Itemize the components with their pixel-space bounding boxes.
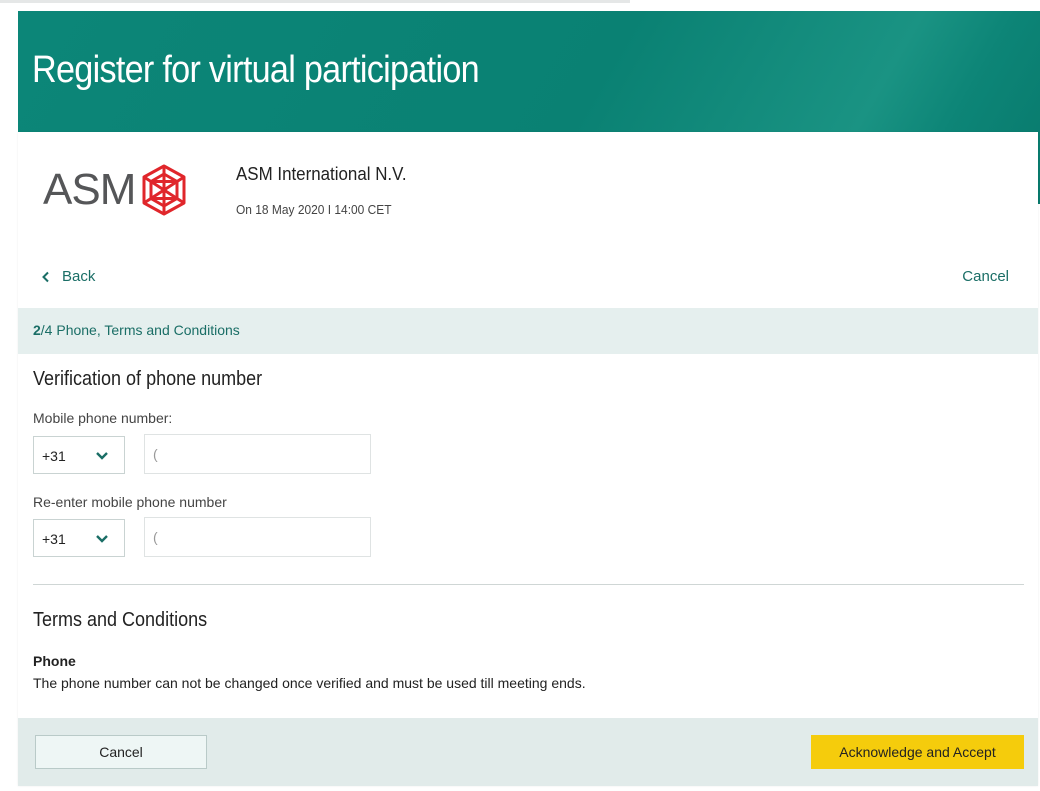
terms-phone-heading: Phone bbox=[33, 653, 76, 669]
company-logo: ASM bbox=[43, 160, 218, 220]
back-link[interactable]: Back bbox=[40, 268, 95, 285]
mobile-phone-input[interactable] bbox=[144, 434, 371, 474]
chevron-left-icon bbox=[42, 271, 49, 282]
chevron-down-icon bbox=[96, 452, 108, 460]
acknowledge-accept-button[interactable]: Acknowledge and Accept bbox=[811, 735, 1024, 769]
mobile-phone-label: Mobile phone number: bbox=[33, 410, 173, 426]
reenter-phone-input[interactable] bbox=[144, 517, 371, 557]
phone-verification-title: Verification of phone number bbox=[33, 368, 263, 390]
registration-card: ASM ASM International N.V. On 18 May 202… bbox=[18, 132, 1038, 786]
section-divider bbox=[33, 584, 1024, 585]
back-label: Back bbox=[62, 268, 96, 285]
cancel-link[interactable]: Cancel bbox=[962, 268, 1009, 285]
reenter-country-code-select[interactable]: +31 bbox=[33, 519, 125, 557]
reenter-phone-label: Re-enter mobile phone number bbox=[33, 494, 227, 510]
country-code-value: +31 bbox=[42, 448, 66, 464]
step-current: 2 bbox=[33, 322, 41, 338]
step-indicator-bar: 2/4 Phone, Terms and Conditions bbox=[18, 308, 1038, 354]
company-name: ASM International N.V. bbox=[236, 164, 407, 184]
page-title: Register for virtual participation bbox=[32, 49, 480, 91]
logo-text: ASM bbox=[43, 165, 136, 214]
terms-title: Terms and Conditions bbox=[33, 609, 208, 631]
chevron-down-icon bbox=[96, 535, 108, 543]
step-indicator: 2/4 Phone, Terms and Conditions bbox=[33, 322, 240, 338]
reenter-country-code-value: +31 bbox=[42, 531, 66, 547]
step-description: /4 Phone, Terms and Conditions bbox=[40, 322, 240, 338]
action-footer: Cancel Acknowledge and Accept bbox=[18, 718, 1038, 786]
country-code-select[interactable]: +31 bbox=[33, 436, 125, 474]
meeting-date: On 18 May 2020 I 14:00 CET bbox=[236, 202, 392, 217]
cancel-button[interactable]: Cancel bbox=[35, 735, 207, 769]
top-border-line bbox=[0, 0, 630, 3]
terms-phone-text: The phone number can not be changed once… bbox=[33, 675, 586, 691]
asm-logo-mark-icon bbox=[142, 164, 186, 216]
